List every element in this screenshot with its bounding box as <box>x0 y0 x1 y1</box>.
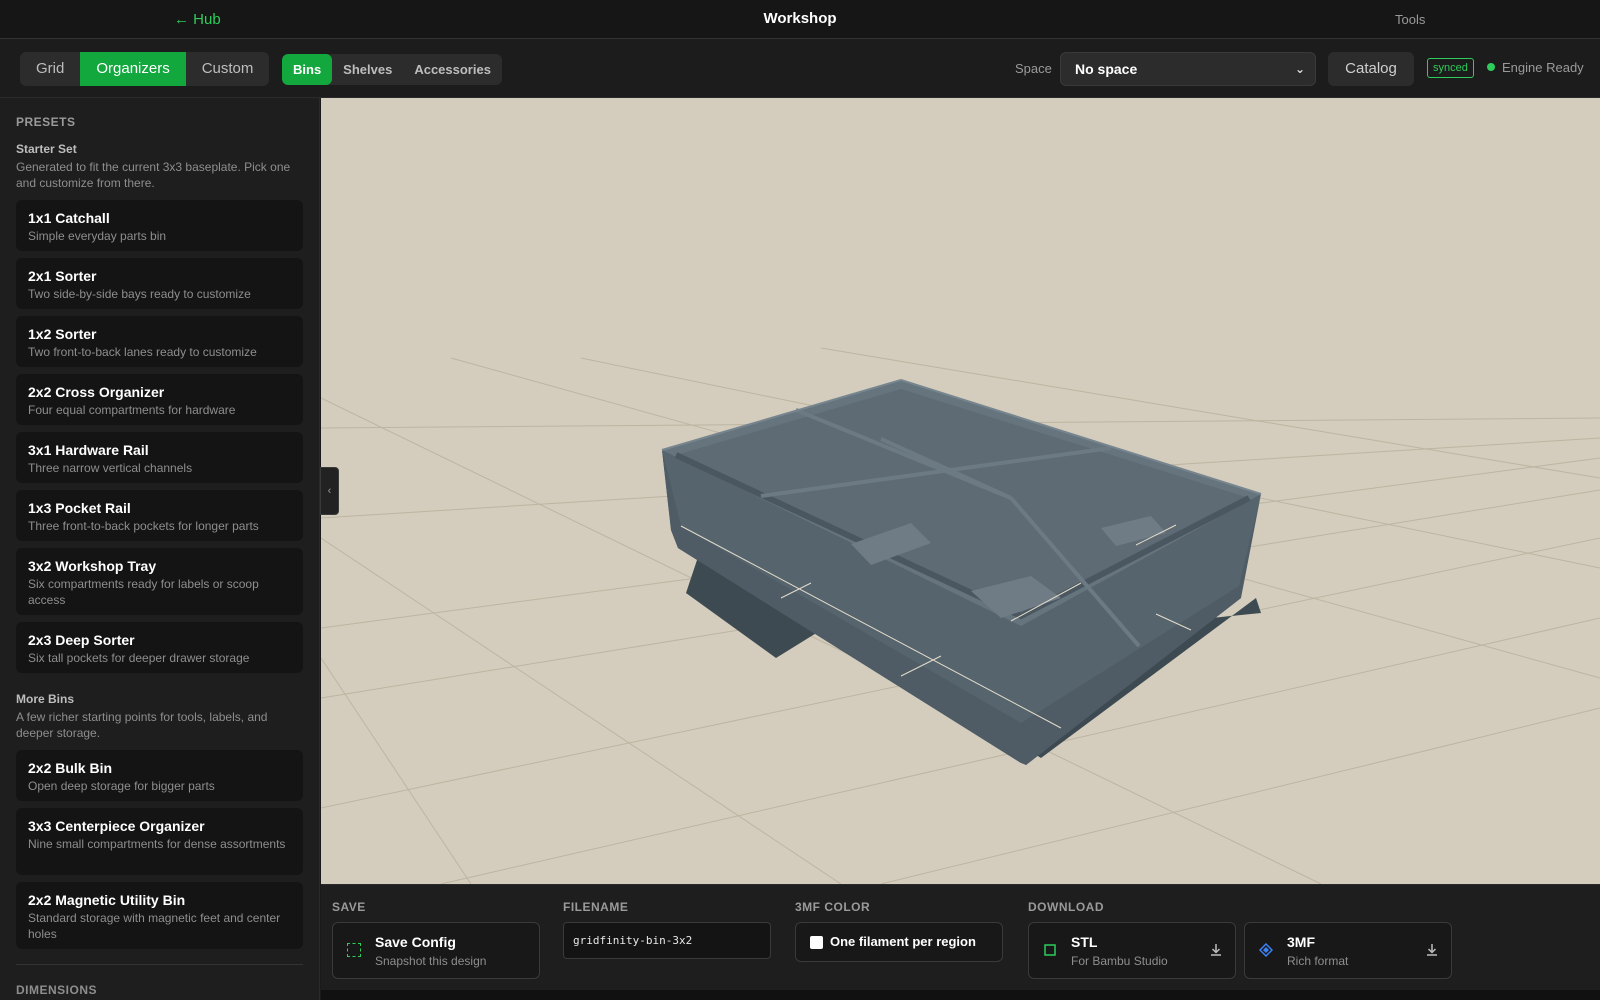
engine-status-text: Engine Ready <box>1502 60 1584 75</box>
save-config-title: Save Config <box>375 934 456 950</box>
space-select[interactable]: No space ⌄ <box>1060 52 1316 86</box>
color-section-label: 3MF COLOR <box>795 900 871 914</box>
download-section-label: DOWNLOAD <box>1028 900 1104 914</box>
3d-viewport[interactable] <box>321 98 1600 884</box>
toolbar: Grid Organizers Custom Bins Shelves Acce… <box>0 39 1600 98</box>
presets-heading: PRESETS <box>16 115 76 129</box>
organizer-bin-model[interactable] <box>661 379 1262 765</box>
preset-desc: Three front-to-back pockets for longer p… <box>28 519 259 533</box>
download-icon <box>1211 944 1221 956</box>
diamond-icon <box>1259 943 1273 957</box>
save-config-sub: Snapshot this design <box>375 954 487 968</box>
tab-bins[interactable]: Bins <box>282 54 333 85</box>
presets-sidebar[interactable]: PRESETS Starter Set Generated to fit the… <box>0 98 320 1000</box>
tools-menu[interactable]: Tools <box>1395 12 1425 27</box>
mode-organizers[interactable]: Organizers <box>80 52 186 86</box>
group-desc-more-bins: A few richer starting points for tools, … <box>16 710 268 740</box>
preset-card[interactable]: 1x2 Sorter Two front-to-back lanes ready … <box>16 316 303 367</box>
sidebar-divider <box>16 964 303 965</box>
subtab-switcher: Bins Shelves Accessories <box>282 54 502 85</box>
group-desc-starter: Generated to fit the current 3x3 basepla… <box>16 160 291 190</box>
preset-name: 2x1 Sorter <box>28 268 97 284</box>
space-select-value: No space <box>1075 61 1138 77</box>
preset-name: 1x3 Pocket Rail <box>28 500 131 516</box>
preset-desc: Open deep storage for bigger parts <box>28 779 215 793</box>
tab-accessories[interactable]: Accessories <box>403 54 502 85</box>
preset-card[interactable]: 2x2 Bulk Bin Open deep storage for bigger… <box>16 750 303 801</box>
preset-name: 3x2 Workshop Tray <box>28 558 157 574</box>
preset-card[interactable]: 3x1 Hardware Rail Three narrow vertical c… <box>16 432 303 483</box>
save-section-label: SAVE <box>332 900 366 914</box>
preset-name: 1x2 Sorter <box>28 326 97 342</box>
mode-grid[interactable]: Grid <box>20 52 80 86</box>
bottom-strip <box>321 990 1600 1000</box>
engine-status: Engine Ready <box>1487 60 1584 75</box>
preset-desc: Standard storage with magnetic feet and … <box>28 911 281 941</box>
download-3mf-button[interactable]: 3MF Rich format <box>1244 922 1452 979</box>
preset-desc: Nine small compartments for dense assort… <box>28 837 286 851</box>
bookmark-icon <box>347 943 361 957</box>
preset-name: 3x3 Centerpiece Organizer <box>28 818 205 834</box>
status-dot-icon <box>1487 63 1495 71</box>
tab-shelves[interactable]: Shelves <box>332 54 403 85</box>
preset-name: 2x2 Bulk Bin <box>28 760 113 776</box>
mode-switcher: Grid Organizers Custom <box>20 52 270 86</box>
chevron-down-icon: ⌄ <box>1294 62 1305 76</box>
export-panel: SAVE Save Config Snapshot this design FI… <box>321 884 1600 1000</box>
synced-badge: synced <box>1427 58 1474 78</box>
chevron-left-icon: ‹ <box>327 485 332 497</box>
preset-card[interactable]: 3x2 Workshop Tray Six compartments ready … <box>16 548 303 615</box>
cube-icon <box>1044 944 1056 956</box>
collapse-sidebar-button[interactable]: ‹ <box>320 467 339 515</box>
stl-sub: For Bambu Studio <box>1071 954 1168 968</box>
space-label: Space <box>1015 61 1052 76</box>
filename-section-label: FILENAME <box>563 900 629 914</box>
save-config-button[interactable]: Save Config Snapshot this design <box>332 922 540 979</box>
group-title-starter: Starter Set <box>16 142 77 156</box>
preset-card[interactable]: 3x3 Centerpiece Organizer Nine small comp… <box>16 808 303 875</box>
preset-desc: Three narrow vertical channels <box>28 461 193 475</box>
preset-name: 2x2 Cross Organizer <box>28 384 165 400</box>
3mf-sub: Rich format <box>1287 954 1349 968</box>
preset-card[interactable]: 2x1 Sorter Two side-by-side bays ready to… <box>16 258 303 309</box>
download-stl-button[interactable]: STL For Bambu Studio <box>1028 922 1236 979</box>
preset-card[interactable]: 1x1 Catchall Simple everyday parts bin <box>16 200 303 251</box>
preset-card[interactable]: 1x3 Pocket Rail Three front-to-back pocke… <box>16 490 303 541</box>
preset-desc: Two side-by-side bays ready to customize <box>28 287 251 301</box>
filament-option[interactable]: One filament per region <box>795 922 1003 962</box>
preset-desc: Four equal compartments for hardware <box>28 403 236 417</box>
preset-name: 2x2 Magnetic Utility Bin <box>28 892 186 908</box>
download-icon <box>1427 944 1437 956</box>
filament-checkbox[interactable] <box>810 936 823 949</box>
mode-custom[interactable]: Custom <box>186 52 270 86</box>
preset-desc: Two front-to-back lanes ready to customi… <box>28 345 257 359</box>
filament-option-label: One filament per region <box>830 934 976 949</box>
catalog-button[interactable]: Catalog <box>1328 52 1414 86</box>
stl-title: STL <box>1071 934 1098 950</box>
scene-canvas[interactable] <box>321 98 1600 884</box>
page-title: Workshop <box>763 10 837 27</box>
preset-desc: Simple everyday parts bin <box>28 229 167 243</box>
3mf-title: 3MF <box>1287 934 1315 950</box>
preset-card[interactable]: 2x3 Deep Sorter Six tall pockets for deep… <box>16 622 303 673</box>
preset-name: 3x1 Hardware Rail <box>28 442 149 458</box>
filename-input[interactable]: gridfinity-bin-3x2 <box>563 922 771 959</box>
preset-desc: Six compartments ready for labels or sco… <box>28 577 259 607</box>
preset-card[interactable]: 2x2 Magnetic Utility Bin Standard storage… <box>16 882 303 949</box>
top-bar: ← Hub Workshop Tools <box>0 0 1600 39</box>
preset-card[interactable]: 2x2 Cross Organizer Four equal compartmen… <box>16 374 303 425</box>
group-title-more-bins: More Bins <box>16 692 75 706</box>
dimensions-heading: DIMENSIONS <box>16 983 98 997</box>
preset-desc: Six tall pockets for deeper drawer stora… <box>28 651 250 665</box>
preset-name: 2x3 Deep Sorter <box>28 632 135 648</box>
preset-name: 1x1 Catchall <box>28 210 110 226</box>
